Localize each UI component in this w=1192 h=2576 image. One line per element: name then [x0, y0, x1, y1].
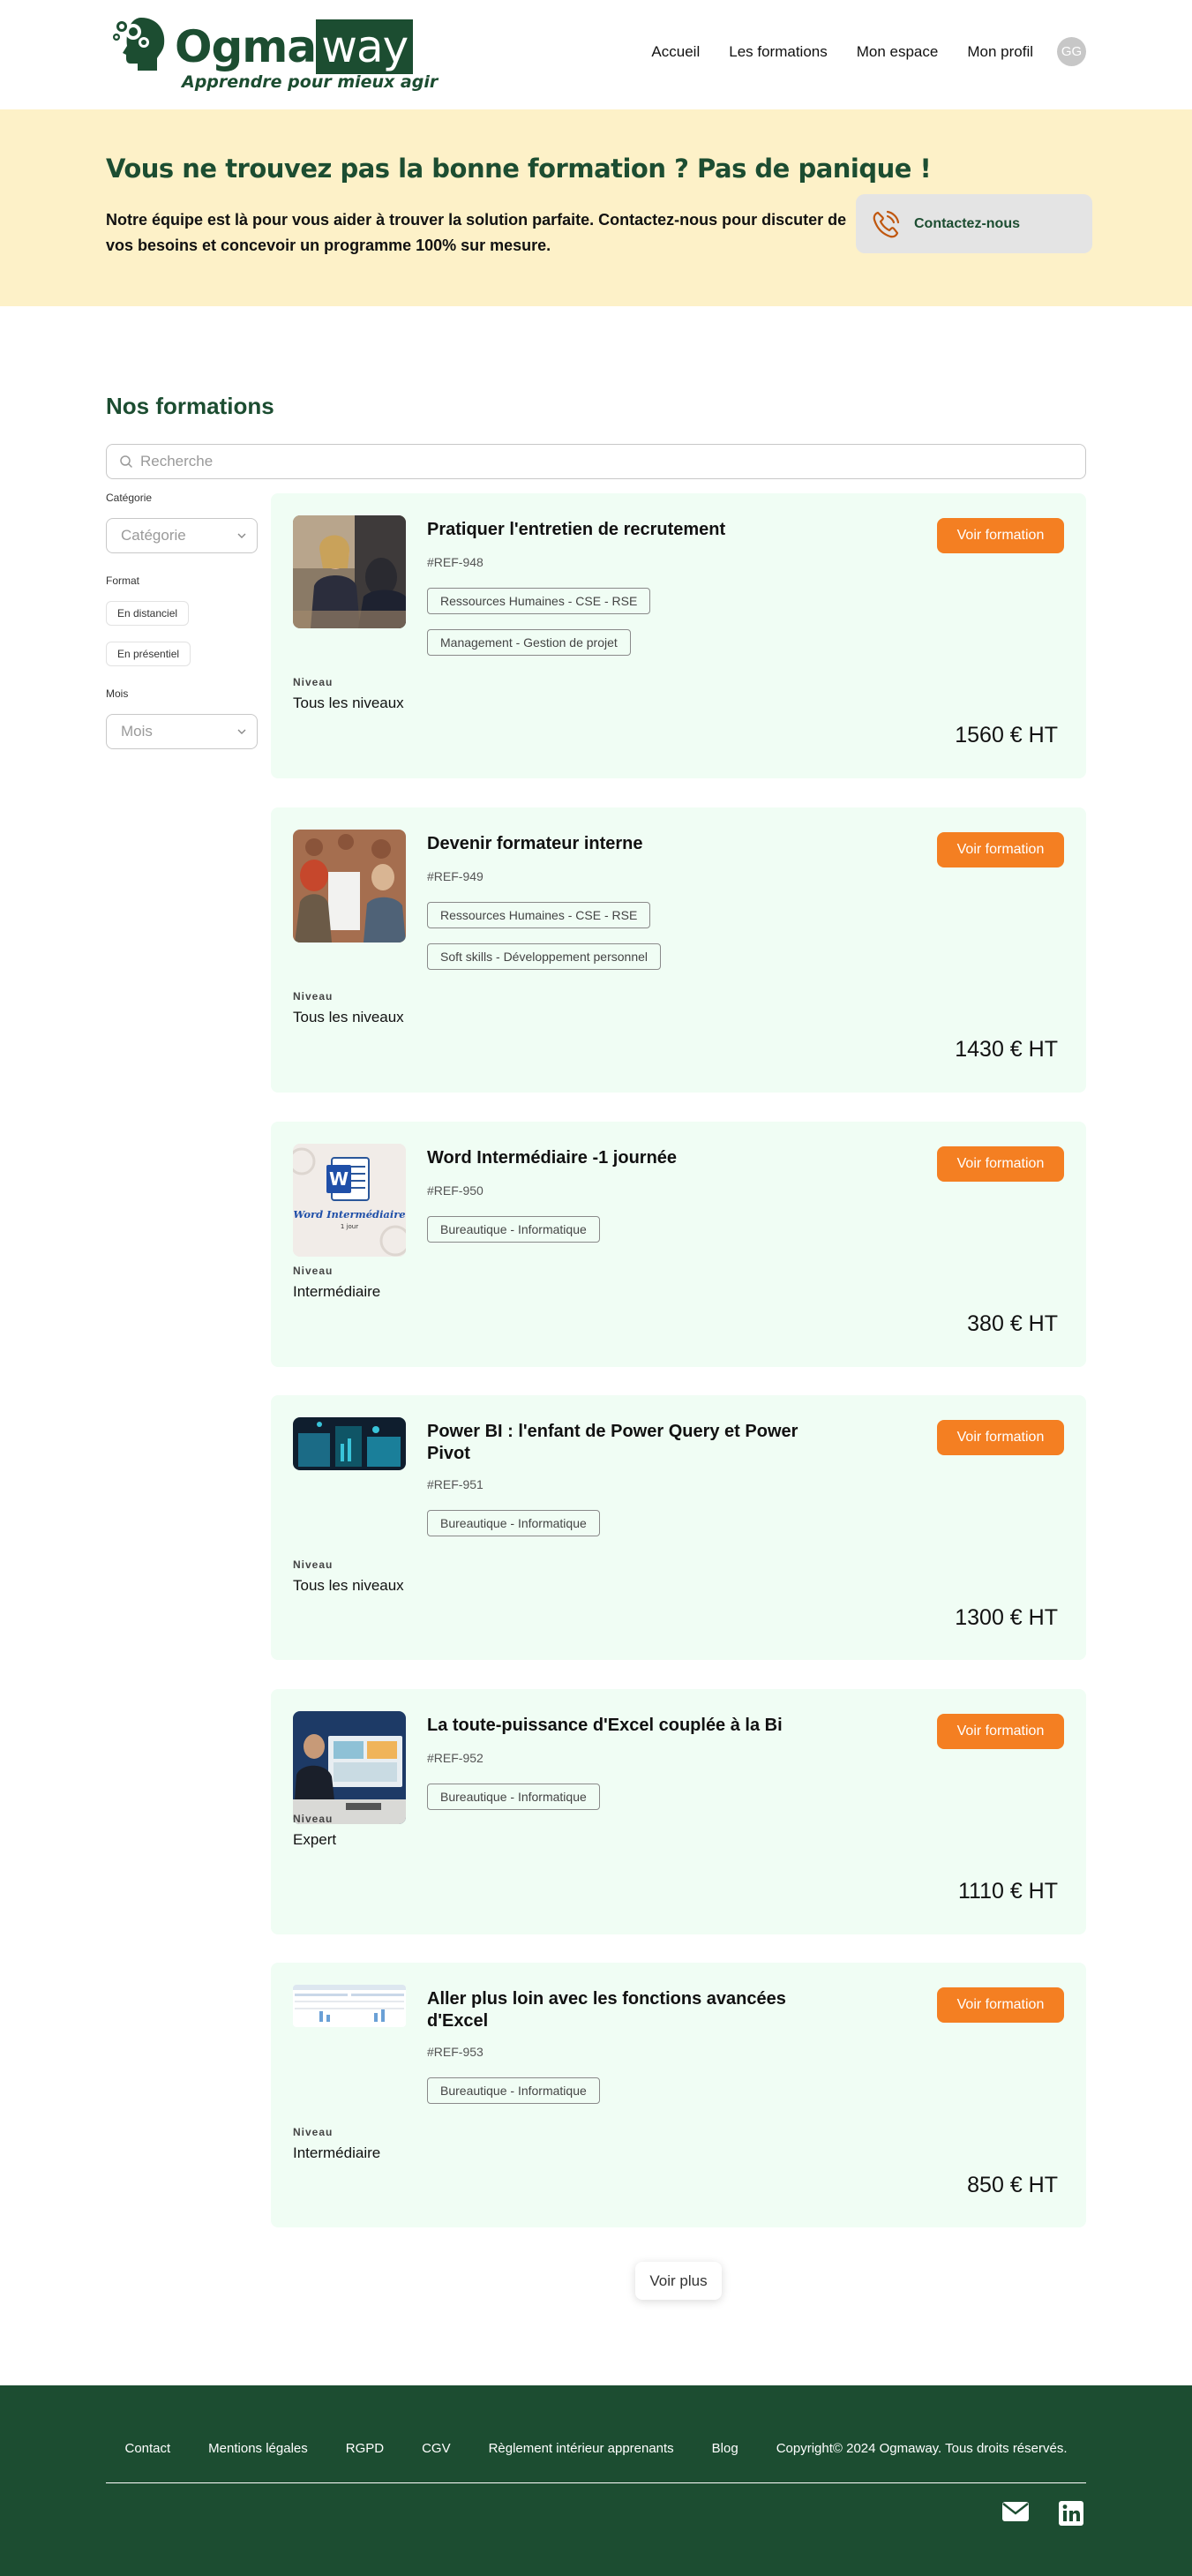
footer-link-rgpd[interactable]: RGPD — [346, 2441, 384, 2456]
footer-link-reglement[interactable]: Règlement intérieur apprenants — [489, 2441, 674, 2456]
avatar[interactable]: GG — [1057, 37, 1086, 66]
banner-title: Vous ne trouvez pas la bonne formation ?… — [106, 154, 932, 184]
banner-text: Notre équipe est là pour vous aider à tr… — [106, 211, 847, 254]
footer-link-cgv[interactable]: CGV — [422, 2441, 451, 2456]
nav-mon-profil[interactable]: Mon profil — [967, 43, 1033, 61]
nav-mon-espace[interactable]: Mon espace — [857, 43, 939, 61]
footer-link-blog[interactable]: Blog — [712, 2441, 738, 2456]
contact-button[interactable]: Contactez-nous — [856, 194, 1092, 253]
logo-tagline: Apprendre pour mieux agir — [182, 72, 439, 92]
linkedin-icon[interactable] — [1058, 2500, 1086, 2527]
footer-copyright: Copyright© 2024 Ogmaway. Tous droits rés… — [776, 2441, 1068, 2456]
site-footer: Contact Mentions légales RGPD CGV Règlem… — [0, 2385, 1192, 2576]
help-banner: Vous ne trouvez pas la bonne formation ?… — [0, 109, 1192, 306]
mail-icon[interactable] — [1001, 2500, 1030, 2527]
social-icons — [973, 2500, 1086, 2527]
voir-plus-button[interactable]: Voir plus — [635, 2262, 722, 2300]
ogmaway-logo[interactable]: Ogma way Apprendre pour mieux agir — [111, 14, 438, 95]
logo-brand-part2: way — [316, 19, 414, 74]
main-nav: Accueil Les formations Mon espace Mon pr… — [622, 37, 1086, 66]
contact-button-label: Contactez-nous — [914, 215, 1020, 231]
site-header: Ogma way Apprendre pour mieux agir Accue… — [0, 0, 1192, 109]
nav-formations[interactable]: Les formations — [729, 43, 828, 61]
footer-divider — [106, 2482, 1086, 2483]
footer-link-contact[interactable]: Contact — [124, 2441, 170, 2456]
head-gears-logo-icon — [113, 18, 165, 71]
nav-accueil[interactable]: Accueil — [651, 43, 700, 61]
logo-brand-part1: Ogma — [175, 21, 317, 72]
footer-link-mentions-legales[interactable]: Mentions légales — [208, 2441, 308, 2456]
footer-links: Contact Mentions légales RGPD CGV Règlem… — [106, 2441, 1086, 2456]
page-spacer: Voir plus — [0, 306, 1192, 2574]
phone-icon — [873, 210, 900, 237]
